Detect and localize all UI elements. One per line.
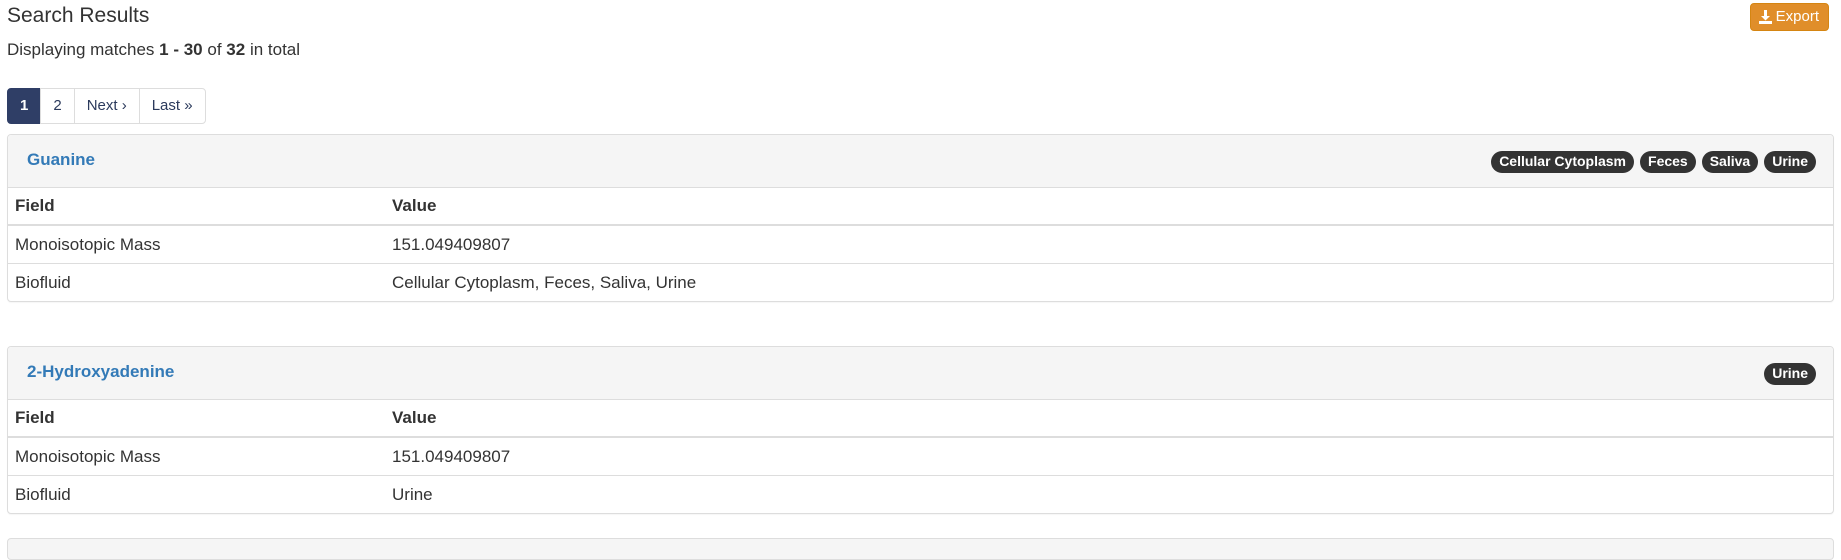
- result-panel-2-hydroxyadenine: 2-Hydroxyadenine Urine Field Value Monoi…: [7, 346, 1834, 514]
- next-page-link[interactable]: Next ›: [73, 88, 140, 124]
- table-row: Monoisotopic Mass 151.049409807: [8, 225, 1833, 264]
- table-row: Monoisotopic Mass 151.049409807: [8, 437, 1833, 476]
- biofluid-badge: Saliva: [1701, 151, 1759, 173]
- result-panel-heading: 2-Hydroxyadenine Urine: [8, 347, 1833, 400]
- result-fields-table: Field Value Monoisotopic Mass 151.049409…: [8, 400, 1833, 513]
- field-value: 151.049409807: [392, 234, 511, 254]
- column-header-field: Field: [8, 400, 385, 438]
- biofluid-badge: Feces: [1640, 151, 1696, 173]
- last-page-link[interactable]: Last »: [138, 88, 206, 124]
- page-1-link[interactable]: 1: [7, 88, 42, 124]
- field-value: Urine: [385, 475, 1833, 513]
- biofluid-badge: Cellular Cytoplasm: [1491, 151, 1635, 173]
- biofluid-badge: Urine: [1764, 363, 1816, 385]
- table-header-row: Field Value: [8, 188, 1833, 226]
- next-result-panel-edge: [7, 538, 1834, 560]
- field-name: Monoisotopic Mass: [15, 234, 161, 254]
- results-summary: Displaying matches 1 - 30 of 32 in total: [7, 40, 301, 59]
- field-name: Biofluid: [8, 263, 385, 301]
- result-fields-table: Field Value Monoisotopic Mass 151.049409…: [8, 188, 1833, 301]
- biofluid-badge: Urine: [1764, 151, 1816, 173]
- column-header-value: Value: [385, 188, 1833, 226]
- results-total: 32: [226, 40, 246, 59]
- result-title-link[interactable]: 2-Hydroxyadenine: [27, 362, 174, 382]
- pagination: 1 2 Next › Last »: [7, 88, 206, 124]
- results-range: 1 - 30: [159, 40, 203, 59]
- biofluid-badges: Urine: [1764, 363, 1816, 385]
- field-name: Biofluid: [8, 475, 385, 513]
- field-name: Monoisotopic Mass: [15, 446, 161, 466]
- column-header-field: Field: [8, 188, 385, 226]
- biofluid-badges: Cellular Cytoplasm Feces Saliva Urine: [1491, 151, 1816, 173]
- field-value: 151.049409807: [392, 446, 511, 466]
- export-label: Export: [1775, 8, 1819, 25]
- page-title: Search Results: [7, 4, 150, 27]
- result-title-link[interactable]: Guanine: [27, 150, 95, 170]
- download-icon: [1758, 9, 1772, 24]
- result-panel-heading: Guanine Cellular Cytoplasm Feces Saliva …: [8, 135, 1833, 188]
- result-panel-guanine: Guanine Cellular Cytoplasm Feces Saliva …: [7, 134, 1834, 302]
- table-header-row: Field Value: [8, 400, 1833, 438]
- column-header-value: Value: [385, 400, 1833, 438]
- export-button[interactable]: Export: [1749, 3, 1829, 31]
- table-row: Biofluid Cellular Cytoplasm, Feces, Sali…: [8, 263, 1833, 301]
- field-value: Cellular Cytoplasm, Feces, Saliva, Urine: [385, 263, 1833, 301]
- table-row: Biofluid Urine: [8, 475, 1833, 513]
- page-2-link[interactable]: 2: [40, 88, 75, 124]
